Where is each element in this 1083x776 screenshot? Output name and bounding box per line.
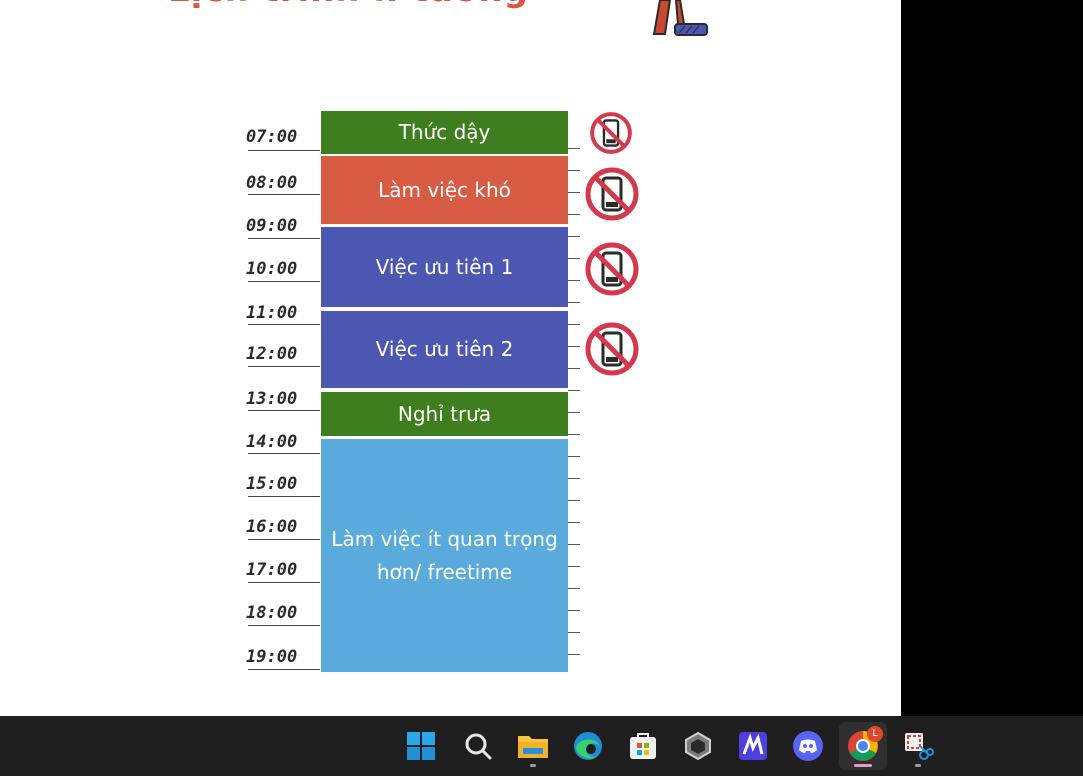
time-label: 16:00 — [246, 517, 298, 537]
schedule-block-hard-work: Làm việc khó — [321, 156, 568, 224]
search-button[interactable] — [454, 722, 502, 770]
windows-start-button[interactable] — [397, 722, 445, 770]
edge-browser-icon — [574, 732, 602, 760]
microsoft-store-icon — [630, 733, 656, 759]
active-indicator — [854, 764, 872, 767]
time-label: 08:00 — [246, 173, 298, 193]
time-label: 14:00 — [246, 432, 298, 452]
tick-mark — [568, 368, 580, 369]
time-label: 15:00 — [246, 474, 298, 494]
block-label: Làm việc khó — [378, 177, 511, 202]
hour-line — [248, 669, 320, 670]
tick-mark — [568, 390, 580, 391]
tick-mark — [568, 632, 580, 633]
app-m-icon — [739, 732, 767, 760]
microsoft-store-button[interactable] — [619, 722, 667, 770]
notification-badge: L — [867, 726, 883, 742]
schedule-block-wake-up: Thức dậy — [321, 111, 568, 154]
tick-mark — [568, 478, 580, 479]
no-phone-icon — [590, 112, 632, 154]
time-label: 17:00 — [246, 560, 298, 580]
time-label: 11:00 — [246, 303, 298, 323]
snipping-tool-icon — [905, 733, 934, 760]
tick-mark — [568, 566, 580, 567]
time-label: 07:00 — [246, 127, 298, 147]
time-label: 09:00 — [246, 216, 298, 236]
tick-mark — [568, 588, 580, 589]
schedule-block-lunch-break: Nghỉ trưa — [321, 392, 568, 436]
tick-mark — [568, 170, 580, 171]
block-label: Việc ưu tiên 1 — [375, 254, 514, 279]
running-indicator — [915, 764, 921, 767]
hour-line — [248, 194, 320, 195]
time-label: 12:00 — [246, 344, 298, 364]
hour-line — [248, 496, 320, 497]
hour-line — [248, 366, 320, 367]
block-label: Việc ưu tiên 2 — [375, 337, 514, 361]
block-label: Làm việc ít quan trọng hơn/ freetime — [331, 526, 558, 584]
windows-start-icon — [407, 732, 435, 760]
running-indicator — [530, 764, 536, 767]
tick-mark — [568, 148, 580, 149]
hour-line — [248, 582, 320, 583]
tick-mark — [568, 500, 580, 501]
slide-title: Lịch trình lí tưởng — [168, 0, 608, 10]
chrome-button[interactable]: L — [839, 722, 887, 770]
app-hexagon-icon — [685, 731, 711, 761]
schedule-block-priority-1: Việc ưu tiên 1 — [321, 227, 568, 307]
hour-line — [248, 150, 320, 151]
time-label: 13:00 — [246, 389, 298, 409]
file-explorer-button[interactable] — [509, 722, 557, 770]
app-m-button[interactable] — [729, 722, 777, 770]
no-phone-icon — [585, 242, 639, 296]
snipping-tool-button[interactable] — [894, 722, 942, 770]
discord-button[interactable] — [784, 722, 832, 770]
app-hexagon-button[interactable] — [674, 722, 722, 770]
tick-mark — [568, 324, 580, 325]
tick-mark — [568, 544, 580, 545]
hour-line — [248, 238, 320, 239]
slide-canvas: Lịch trình lí tưởng 07:00 08:00 09:00 10… — [0, 0, 901, 716]
hour-line — [248, 453, 320, 454]
tick-mark — [568, 280, 580, 281]
tick-mark — [568, 302, 580, 303]
file-explorer-icon — [518, 736, 548, 758]
tick-mark — [568, 456, 580, 457]
search-icon — [465, 733, 492, 760]
person-figure-illustration — [652, 0, 708, 36]
tick-mark — [568, 610, 580, 611]
tick-mark — [568, 522, 580, 523]
hour-line — [248, 410, 320, 411]
tick-mark — [568, 434, 580, 435]
schedule-block-priority-2: Việc ưu tiên 2 — [321, 311, 568, 388]
taskbar: L — [0, 716, 1083, 776]
hour-line — [248, 625, 320, 626]
tick-mark — [568, 258, 580, 259]
time-label: 19:00 — [246, 647, 298, 667]
tick-mark — [568, 412, 580, 413]
tick-mark — [568, 214, 580, 215]
tick-mark — [568, 346, 580, 347]
time-label: 10:00 — [246, 259, 298, 279]
tick-mark — [568, 654, 580, 655]
block-label: Thức dậy — [398, 120, 491, 144]
time-label: 18:00 — [246, 603, 298, 623]
schedule-block-less-important: Làm việc ít quan trọng hơn/ freetime — [321, 439, 568, 672]
block-label: Nghỉ trưa — [397, 401, 492, 426]
discord-icon — [793, 731, 823, 761]
hour-line — [248, 539, 320, 540]
tick-mark — [568, 236, 580, 237]
no-phone-icon — [585, 322, 639, 376]
hour-line — [248, 281, 320, 282]
edge-browser-button[interactable] — [564, 722, 612, 770]
hour-line — [248, 324, 320, 325]
no-phone-icon — [585, 167, 639, 221]
tick-mark — [568, 192, 580, 193]
